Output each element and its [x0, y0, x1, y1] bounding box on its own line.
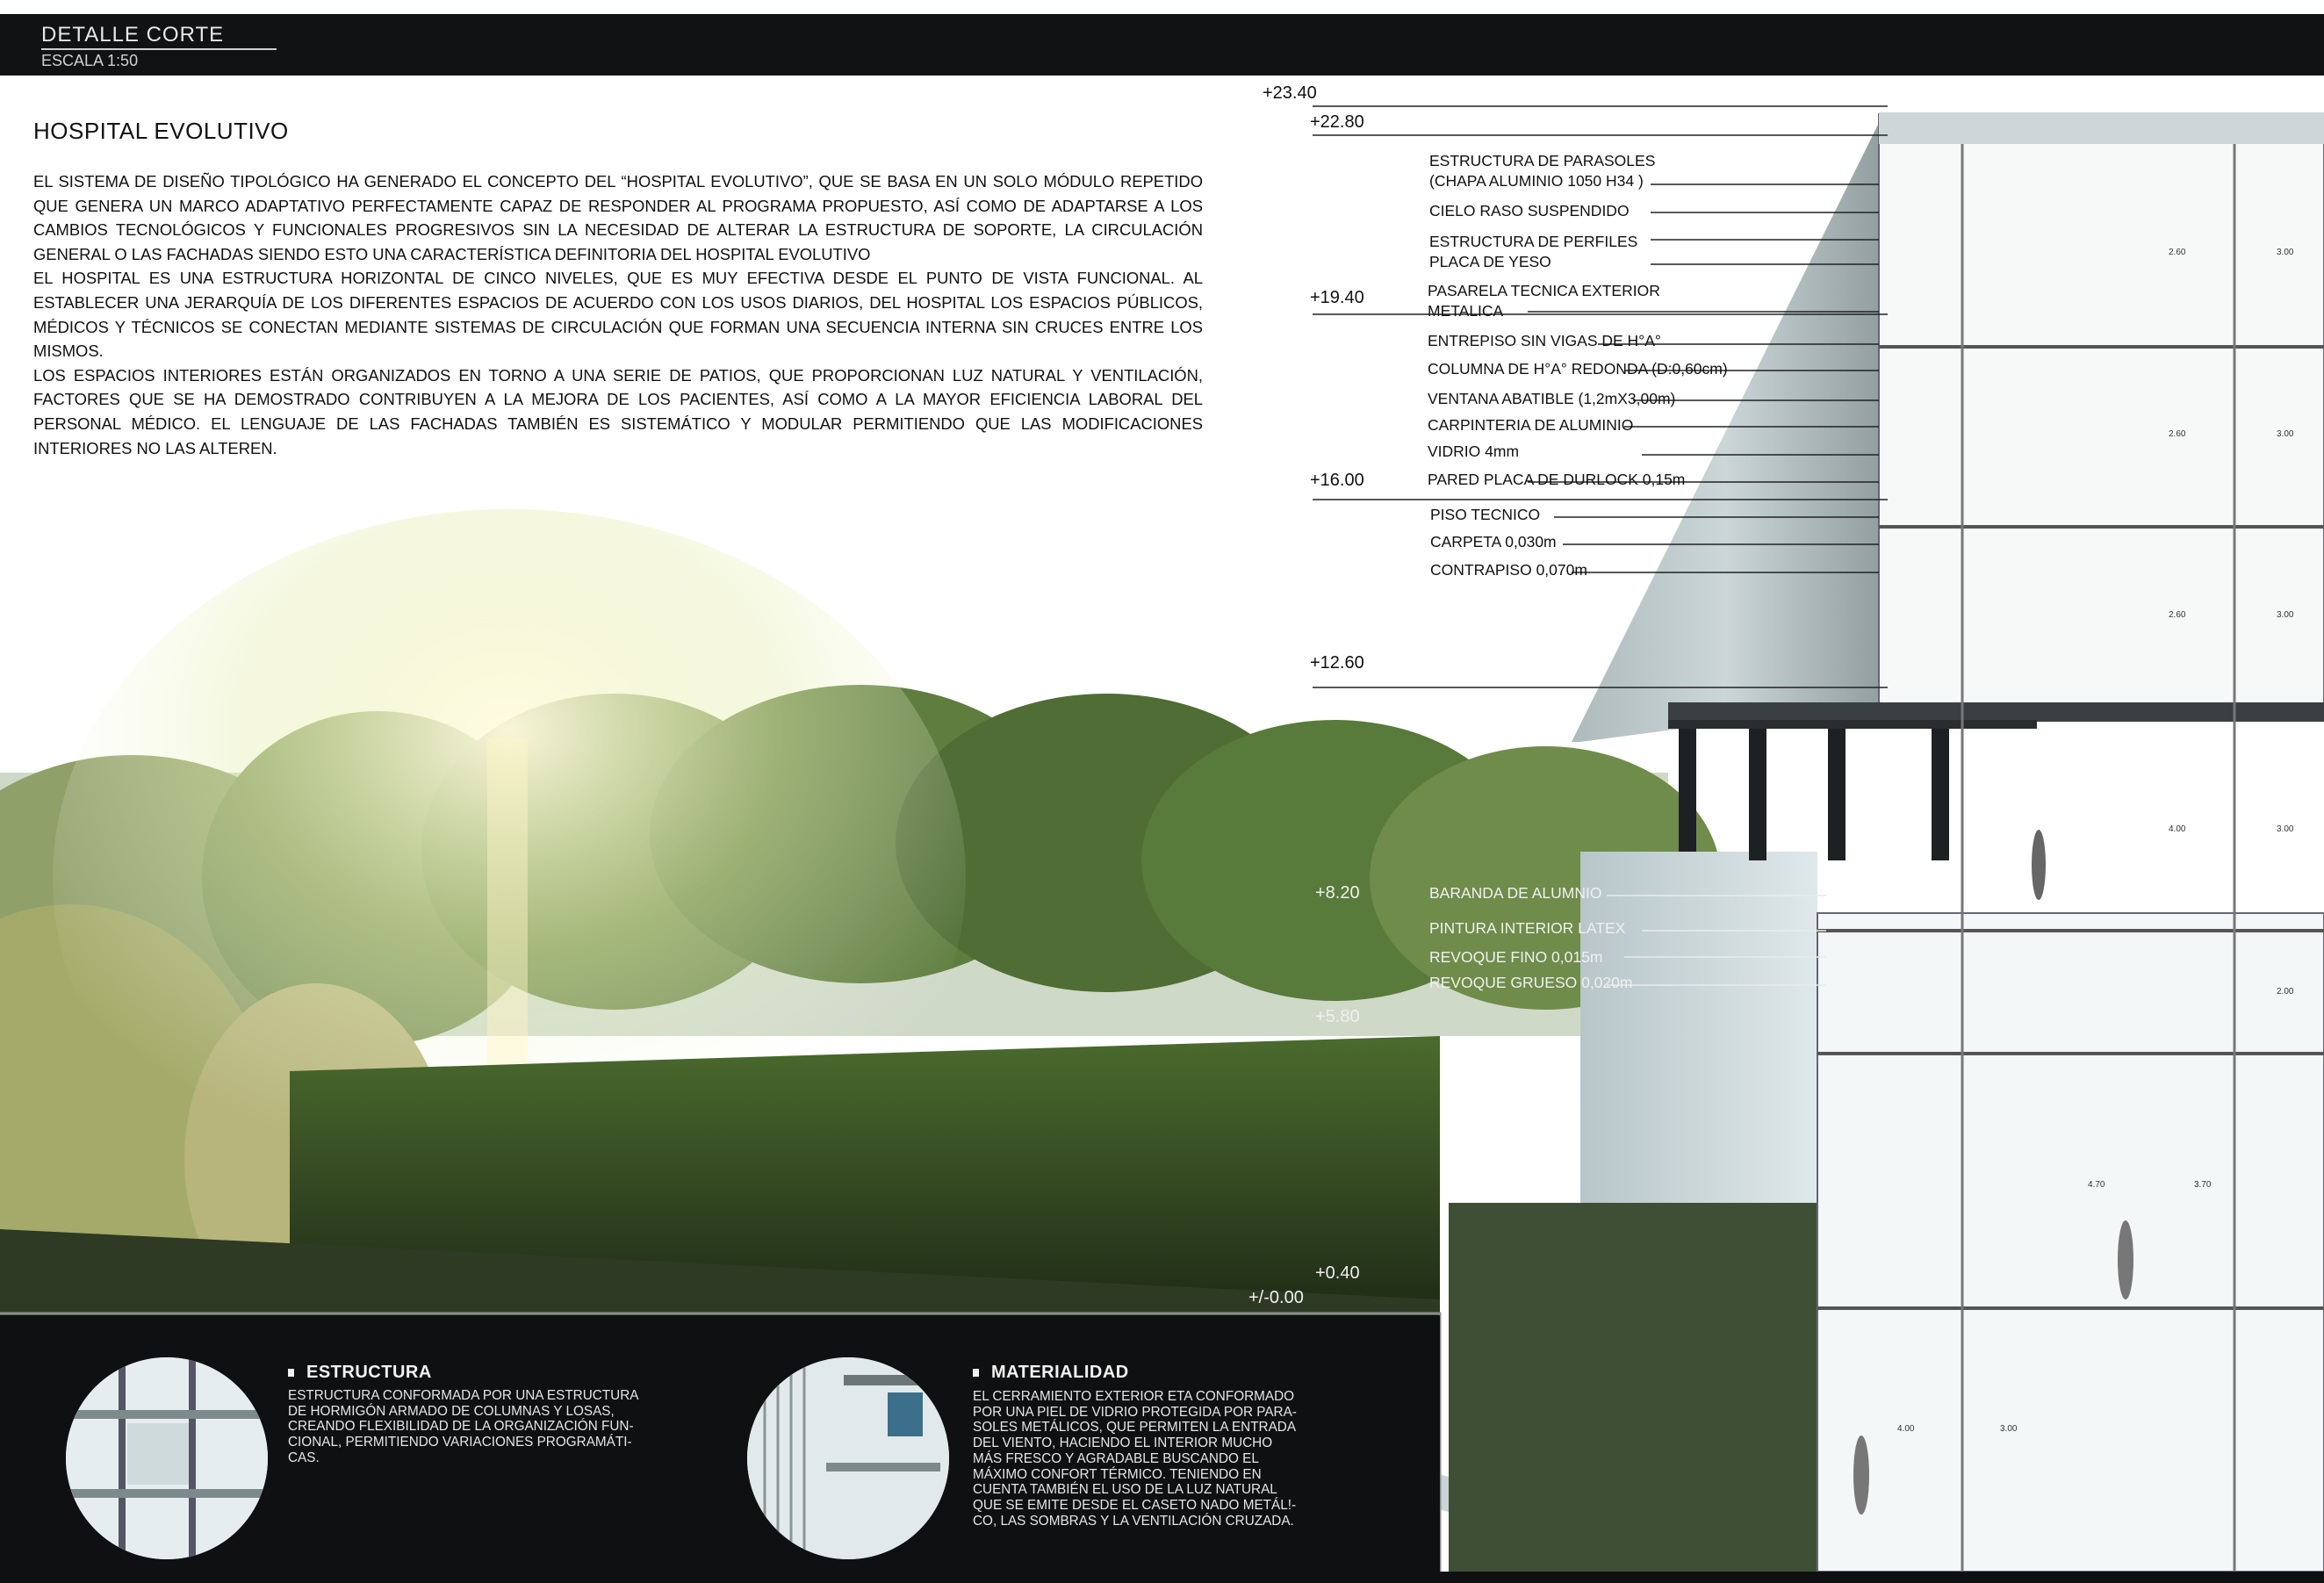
annotation-label: CONTRAPISO 0,070m	[1430, 561, 1587, 579]
dimension-label: 3.00	[2277, 610, 2294, 620]
info-title-text: MATERIALIDAD	[991, 1363, 1129, 1382]
dimension-label: 2.00	[2277, 987, 2294, 997]
detail-thumbnail-materialidad	[745, 1355, 952, 1562]
dimension-label: 4.00	[1897, 1424, 1915, 1434]
dimension-label: 4.70	[2088, 1180, 2105, 1190]
dimension-label: 2.60	[2169, 429, 2186, 439]
level-marker: +16.00	[1310, 471, 1364, 490]
annotation-label: CARPINTERIA DE ALUMINIO	[1428, 416, 1634, 434]
detail-thumbnail-drawing	[66, 1357, 268, 1559]
annotation-label: REVOQUE GRUESO 0,020m	[1429, 974, 1633, 991]
bullet-icon	[973, 1369, 979, 1378]
annotation-label: CIELO RASO SUSPENDIDO	[1429, 202, 1630, 219]
dimension-label: 2.60	[2169, 248, 2186, 257]
annotation-label: COLUMNA DE H°A° REDONDA (D:0,60cm)	[1428, 360, 1728, 378]
info-line: EL CERRAMIENTO EXTERIOR ETA CONFORMADO	[973, 1389, 1295, 1404]
level-marker: +8.20	[1315, 883, 1360, 903]
info-line: CREANDO FLEXIBILIDAD DE LA ORGANIZACIÓN …	[288, 1419, 634, 1435]
annotation-label: PASARELA TECNICA EXTERIOR	[1428, 282, 1660, 299]
annotation-label: BARANDA DE ALUMNIO	[1429, 884, 1602, 902]
annotation-label: METALICA	[1428, 302, 1504, 320]
info-line: CO, LAS SOMBRAS Y LA VENTILACIÓN CRUZADA…	[973, 1513, 1294, 1529]
person-silhouette	[1853, 1435, 1869, 1515]
info-line: QUE SE EMITE DESDE EL CASETO NADO METÁL!…	[973, 1497, 1297, 1513]
annotation-label: VENTANA ABATIBLE (1,2mX3,00m)	[1428, 390, 1676, 407]
level-marker: +22.80	[1310, 112, 1364, 132]
annotation-label: (CHAPA ALUMINIO 1050 H34 )	[1429, 172, 1644, 190]
person-silhouette	[2118, 1220, 2133, 1299]
dimension-label: 3.00	[2277, 248, 2294, 257]
person-silhouette	[2032, 830, 2046, 900]
dimension-label: 3.00	[2000, 1424, 2018, 1434]
bullet-icon	[288, 1369, 294, 1378]
info-title-estructura: ESTRUCTURA	[288, 1363, 432, 1383]
info-line: CIONAL, PERMITIENDO VARIACIONES PROGRAMÁ…	[288, 1435, 632, 1450]
info-title-materialidad: MATERIALIDAD	[973, 1363, 1129, 1383]
info-line: MÁS FRESCO Y AGRADABLE BUSCANDO EL	[973, 1450, 1259, 1466]
annotation-label: ESTRUCTURA DE PERFILES	[1429, 233, 1638, 250]
info-body-materialidad: EL CERRAMIENTO EXTERIOR ETA CONFORMADO P…	[973, 1389, 1331, 1529]
level-marker: +/-0.00	[1248, 1288, 1304, 1307]
info-line: SOLES METÁLICOS, QUE PERMITEN LA ENTRADA	[973, 1420, 1297, 1435]
dimension-label: 3.00	[2277, 429, 2294, 439]
annotation-label: REVOQUE FINO 0,015m	[1429, 948, 1603, 966]
info-line: CUENTA TAMBIÉN EL USO DE LA LUZ NATURAL	[973, 1482, 1277, 1498]
annotation-label: ENTREPISO SIN VIGAS DE H°A°	[1428, 332, 1661, 349]
info-line: DE HORMIGÓN ARMADO DE COLUMNAS Y LOSAS,	[288, 1403, 615, 1419]
level-marker: +0.40	[1315, 1263, 1360, 1283]
annotation-label: CARPETA 0,030m	[1430, 533, 1557, 550]
info-title-text: ESTRUCTURA	[306, 1363, 432, 1382]
info-line: DEL VIENTO, HACIENDO EL INTERIOR MUCHO	[973, 1435, 1273, 1451]
annotation-label: VIDRIO 4mm	[1428, 443, 1520, 460]
level-marker: +12.60	[1310, 653, 1364, 673]
annotation-label: ESTRUCTURA DE PARASOLES	[1429, 152, 1656, 169]
annotation-label: PISO TECNICO	[1430, 506, 1541, 523]
dimension-label: 3.70	[2194, 1180, 2212, 1190]
detail-thumbnail-estructura	[63, 1355, 270, 1562]
info-line: POR UNA PIEL DE VIDRIO PROTEGIDA POR PAR…	[973, 1404, 1297, 1420]
level-marker: +5.80	[1315, 1007, 1360, 1026]
annotation-label: PLACA DE YESO	[1429, 253, 1551, 270]
dimension-label: 4.00	[2169, 824, 2186, 834]
annotation-label: PINTURA INTERIOR LATEX	[1429, 919, 1626, 937]
annotation-label: PARED PLACA DE DURLOCK 0,15m	[1428, 471, 1686, 488]
footer-strip	[0, 1572, 2324, 1583]
info-line: MÁXIMO CONFORT TÉRMICO. TENIENDO EN	[973, 1466, 1262, 1482]
info-line: ESTRUCTURA CONFORMADA POR UNA ESTRUCTURA	[288, 1388, 639, 1403]
info-body-estructura: ESTRUCTURA CONFORMADA POR UNA ESTRUCTURA…	[288, 1388, 644, 1466]
info-line: CAS.	[288, 1450, 320, 1465]
dimension-label: 2.60	[2169, 610, 2186, 620]
detail-thumbnail-drawing	[747, 1357, 949, 1559]
dimension-label: 3.00	[2277, 824, 2294, 834]
level-marker: +23.40	[1263, 83, 1317, 103]
level-marker: +19.40	[1310, 288, 1364, 307]
